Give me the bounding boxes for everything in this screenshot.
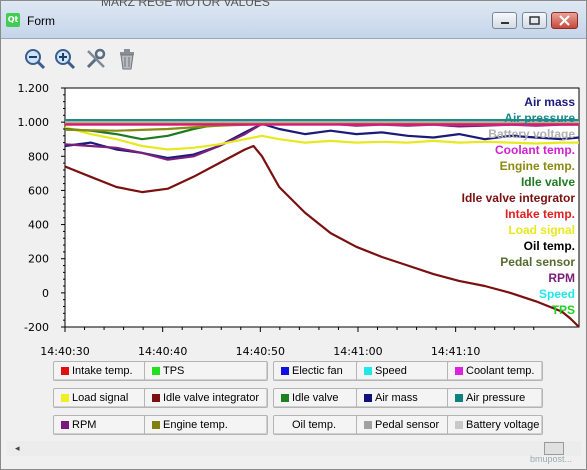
legend-toggle-electic-fan[interactable]: Electic fan — [273, 361, 369, 381]
y-tick-label: 1.200 — [18, 82, 50, 95]
legend-toggle-pedal-sensor[interactable]: Pedal sensor — [356, 415, 452, 435]
legend-label: Idle valve integrator — [163, 392, 259, 404]
y-tick-label: 0 — [42, 287, 49, 300]
title-bar[interactable]: MARZ REGE MOTOR VALUES Qt Form — [1, 0, 586, 39]
zoom-out-button[interactable] — [23, 47, 47, 71]
legend-label: TPS — [163, 365, 185, 377]
legend-label: Engine temp. — [163, 419, 228, 431]
legend-swatch — [364, 367, 372, 375]
series-label: Idle valve — [521, 175, 575, 189]
horizontal-scrollbar[interactable]: ◂ — [7, 441, 581, 456]
legend-label: Air pressure — [466, 392, 526, 404]
legend-toggle-load-signal[interactable]: Load signal — [53, 388, 149, 408]
zoom-in-button[interactable] — [53, 47, 77, 71]
line-chart[interactable]: 1.2001.0008006004002000-20014:40:30 14:40… — [1, 80, 586, 360]
y-tick-label: 400 — [28, 219, 49, 232]
legend-label: Battery voltage — [466, 419, 540, 431]
legend-toggle-idle-valve-integrator[interactable]: Idle valve integrator — [144, 388, 268, 408]
legend-swatch — [152, 394, 160, 402]
legend-swatch — [364, 394, 372, 402]
app-window: MARZ REGE MOTOR VALUES Qt Form 1.200 1.0… — [0, 0, 587, 470]
legend-toggle-engine-temp[interactable]: Engine temp. — [144, 415, 268, 435]
series-label: TPS — [552, 303, 575, 317]
minimize-icon — [501, 22, 509, 24]
legend-swatch — [152, 421, 160, 429]
legend-swatch — [152, 367, 160, 375]
close-icon — [559, 15, 570, 26]
maximize-icon — [529, 16, 540, 25]
legend-swatch — [61, 421, 69, 429]
series-label: Idle valve integrator — [462, 191, 576, 205]
series-label: Engine temp. — [500, 159, 575, 173]
window-title: Form — [27, 14, 55, 28]
y-tick-label: 200 — [28, 253, 49, 266]
zoom-out-icon — [25, 49, 46, 70]
qt-logo-icon: Qt — [6, 13, 20, 27]
series-label: Load signal — [508, 223, 575, 237]
legend-swatch — [281, 421, 289, 429]
legend-swatch — [455, 394, 463, 402]
y-tick-label: 1.000 — [18, 116, 50, 129]
y-tick-label: -200 — [24, 321, 49, 334]
trash-icon — [120, 49, 134, 70]
y-tick-label: 800 — [28, 150, 49, 163]
legend-label: Idle valve — [292, 392, 339, 404]
legend-label: Speed — [375, 365, 407, 377]
legend-label: Electic fan — [292, 365, 343, 377]
series-label: RPM — [548, 271, 575, 285]
close-button[interactable] — [551, 12, 578, 29]
maximize-button[interactable] — [522, 12, 547, 29]
legend-label: Pedal sensor — [375, 419, 440, 431]
legend-toggle-air-pressure[interactable]: Air pressure — [447, 388, 543, 408]
series-label: Pedal sensor — [500, 255, 575, 269]
legend-swatch — [281, 394, 289, 402]
legend-swatch — [455, 421, 463, 429]
scroll-left-icon[interactable]: ◂ — [15, 444, 20, 454]
legend-toggle-coolant-temp[interactable]: Coolant temp. — [447, 361, 543, 381]
legend-panel: Intake temp. TPS Electic fan Speed Coolant t… — [1, 356, 586, 441]
legend-label: Air mass — [375, 392, 418, 404]
series-label: Intake temp. — [505, 207, 575, 221]
zoom-in-icon — [55, 49, 76, 70]
y-tick-label: 600 — [28, 184, 49, 197]
legend-swatch — [364, 421, 372, 429]
legend-toggle-speed[interactable]: Speed — [356, 361, 452, 381]
series-label: Air pressure — [504, 111, 575, 125]
delete-button[interactable] — [115, 47, 139, 71]
legend-toggle-air-mass[interactable]: Air mass — [356, 388, 452, 408]
legend-toggle-rpm[interactable]: RPM — [53, 415, 149, 435]
legend-label: Oil temp. — [292, 419, 337, 431]
legend-swatch — [281, 367, 289, 375]
legend-label: Coolant temp. — [466, 365, 535, 377]
background-window-title: MARZ REGE MOTOR VALUES — [101, 0, 270, 9]
legend-swatch — [61, 394, 69, 402]
toolbar — [1, 38, 586, 80]
legend-label: Intake temp. — [72, 365, 133, 377]
series-label: Speed — [539, 287, 575, 301]
legend-toggle-intake-temp[interactable]: Intake temp. — [53, 361, 149, 381]
legend-label: Load signal — [72, 392, 129, 404]
series-label: Battery voltage — [488, 127, 575, 141]
legend-toggle-tps[interactable]: TPS — [144, 361, 268, 381]
legend-toggle-oil-temp[interactable]: Oil temp. — [273, 415, 369, 435]
chart-area[interactable]: 1.200 1.000 800 600 400 200 0 -200 14:40:30 14:40… — [1, 80, 586, 360]
series-label: Coolant temp. — [495, 143, 575, 157]
settings-tools-button[interactable] — [84, 47, 108, 71]
series-label: Air mass — [524, 95, 575, 109]
legend-toggle-idle-valve[interactable]: Idle valve — [273, 388, 369, 408]
legend-toggle-battery-voltage[interactable]: Battery voltage — [447, 415, 543, 435]
legend-label: RPM — [72, 419, 97, 431]
settings-tools-icon — [86, 48, 106, 69]
minimize-button[interactable] — [492, 12, 517, 29]
legend-swatch — [61, 367, 69, 375]
series-label: Oil temp. — [524, 239, 575, 253]
legend-swatch — [455, 367, 463, 375]
watermark: bmupost... — [530, 454, 573, 464]
